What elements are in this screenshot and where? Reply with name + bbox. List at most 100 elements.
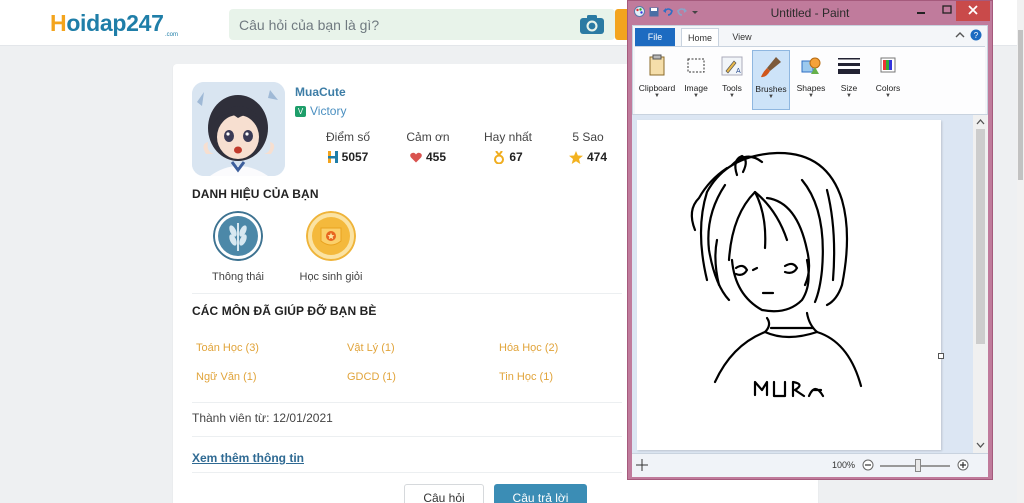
paint-titlebar[interactable]: Untitled - Paint (628, 1, 992, 25)
tab-home[interactable]: Home (681, 28, 719, 46)
subject-item[interactable]: Tin Học (1) (499, 371, 553, 383)
sketch-drawing (690, 151, 863, 398)
brush-icon (761, 57, 781, 78)
drawing-canvas[interactable] (637, 120, 941, 450)
answers-tab-button[interactable]: Câu trả lời (494, 484, 587, 503)
username[interactable]: MuaCute (295, 85, 346, 99)
logo-h: H (50, 10, 67, 36)
clipboard-tool[interactable]: Clipboard ▼ (638, 50, 676, 110)
divider (192, 436, 622, 437)
ribbon-body: Clipboard ▼ Image ▼ A Tools ▼ Brushes ▼ … (635, 46, 985, 114)
size-tool[interactable]: Size ▼ (832, 50, 866, 110)
divider (192, 293, 622, 294)
dropdown-arrow-icon: ▼ (654, 93, 660, 99)
divider (192, 472, 622, 473)
search-input[interactable] (229, 9, 569, 40)
svg-text:?: ? (974, 31, 979, 40)
wheat-badge-icon (213, 211, 263, 261)
dropdown-arrow-icon: ▼ (693, 93, 699, 99)
shapes-tool[interactable]: Shapes ▼ (794, 50, 828, 110)
save-icon[interactable] (649, 7, 659, 17)
divider (192, 402, 622, 403)
tool-label: Size (840, 83, 858, 93)
tool-label: Shapes (796, 83, 826, 93)
shapes-icon (801, 57, 821, 74)
zoom-slider-thumb[interactable] (915, 459, 921, 472)
tool-label: Tools (722, 83, 742, 93)
gold-badge-icon (306, 211, 356, 261)
collapse-ribbon-icon[interactable] (955, 31, 965, 39)
rank-icon: V (295, 105, 306, 117)
badge-label: Học sinh giỏi (299, 271, 363, 283)
tools-tool[interactable]: A Tools ▼ (716, 50, 748, 110)
canvas-resize-handle[interactable] (938, 353, 944, 359)
close-icon[interactable] (956, 1, 990, 21)
tool-label: Image (684, 83, 708, 93)
zoom-out-icon[interactable] (862, 459, 874, 471)
logo-suffix: .com (165, 32, 179, 38)
member-since: Thành viên từ: 12/01/2021 (192, 411, 333, 425)
h-points-icon (327, 151, 338, 163)
pencil-tools-icon: A (721, 56, 743, 76)
select-icon (687, 58, 705, 73)
star-icon (568, 150, 583, 164)
help-icon[interactable]: ? (970, 29, 982, 41)
questions-tab-button[interactable]: Câu hỏi (404, 484, 484, 503)
camera-icon[interactable] (579, 14, 605, 35)
badge-item[interactable]: Thông thái (198, 211, 278, 283)
badge-label: Thông thái (212, 271, 264, 283)
dropdown-arrow-icon: ▼ (846, 93, 852, 99)
stat-value: 67 (509, 150, 523, 164)
subject-item[interactable]: GDCD (1) (347, 371, 396, 383)
avatar[interactable] (192, 82, 285, 176)
page-scroll-thumb[interactable] (1018, 30, 1023, 180)
colors-tool[interactable]: Colors ▼ (871, 50, 905, 110)
undo-icon[interactable] (663, 7, 673, 17)
subject-item[interactable]: Vật Lý (1) (347, 342, 395, 354)
zoom-in-icon[interactable] (957, 459, 969, 471)
stat-label: Hay nhất (483, 130, 533, 144)
scroll-thumb[interactable] (976, 129, 985, 344)
paint-app-icon (634, 6, 645, 17)
qat-dropdown-icon[interactable] (691, 7, 699, 17)
ribbon: File Home View ? Clipboard ▼ Image ▼ A T… (632, 25, 988, 115)
canvas-vertical-scrollbar[interactable] (973, 115, 988, 453)
redo-icon[interactable] (677, 7, 687, 17)
stat-thanks: Cảm ơn 455 (388, 130, 468, 164)
heart-icon (410, 152, 422, 162)
subjects-title: CÁC MÔN ĐÃ GIÚP ĐỠ BẠN BÈ (192, 304, 377, 318)
badges-title: DANH HIỆU CỦA BẠN (192, 187, 319, 201)
stat-points: Điểm số 5057 (308, 130, 388, 164)
site-logo[interactable]: H oidap247 .com (50, 10, 178, 38)
zoom-level: 100% (832, 460, 856, 470)
subject-item[interactable]: Hóa Học (2) (499, 342, 558, 354)
tab-file[interactable]: File (635, 28, 675, 46)
brushes-tool[interactable]: Brushes ▼ (752, 50, 790, 110)
tool-label: Brushes (755, 84, 787, 94)
line-size-icon (838, 58, 860, 74)
medal-icon (494, 150, 505, 164)
page-scrollbar[interactable] (1017, 0, 1024, 503)
stat-value: 5057 (341, 150, 369, 164)
tool-label: Clipboard (638, 83, 676, 93)
scroll-up-icon[interactable] (976, 118, 985, 125)
stat-stars: 5 Sao 474 (548, 130, 628, 164)
minimize-icon[interactable] (908, 1, 934, 21)
rank-label: Victory (310, 104, 347, 118)
clipboard-icon (649, 54, 665, 76)
dropdown-arrow-icon: ▼ (885, 93, 891, 99)
stat-label: 5 Sao (572, 130, 604, 144)
subject-item[interactable]: Ngữ Văn (1) (196, 371, 257, 383)
canvas-area (632, 115, 988, 453)
rank: V Victory (295, 104, 346, 118)
stat-label: Điểm số (325, 130, 370, 144)
search-bar (229, 9, 615, 40)
scroll-down-icon[interactable] (976, 442, 985, 449)
more-info-link[interactable]: Xem thêm thông tin (192, 451, 304, 465)
paint-statusbar: 100% (632, 453, 988, 477)
subject-item[interactable]: Toán Học (3) (196, 342, 259, 354)
tab-view[interactable]: View (725, 28, 759, 46)
image-tool[interactable]: Image ▼ (679, 50, 713, 110)
badge-item[interactable]: Học sinh giỏi (291, 211, 371, 283)
dropdown-arrow-icon: ▼ (768, 94, 774, 100)
